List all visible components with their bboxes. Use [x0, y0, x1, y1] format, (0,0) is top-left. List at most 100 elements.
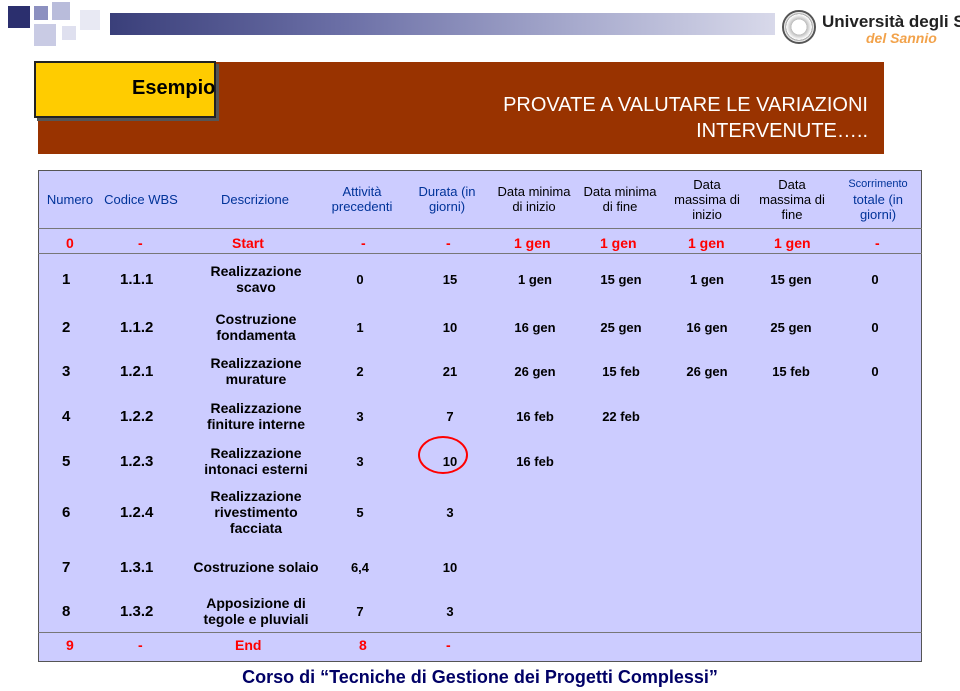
cell-codice: 1.2.3	[120, 452, 154, 470]
cell-attivita: 5	[356, 504, 364, 520]
cell-durata: 10	[442, 559, 458, 575]
cell-scorrimento	[860, 546, 890, 588]
cell-min-fine	[586, 546, 656, 588]
cell-codice: 1.2.1	[120, 362, 154, 380]
cell-numero: 8	[62, 602, 71, 620]
header-min-fine: Data minima di fine	[583, 184, 657, 214]
cell-max-inizio	[672, 395, 742, 437]
divider	[38, 253, 922, 254]
cell-attivita: 0	[356, 271, 364, 287]
cell-min-fine: 15 gen	[600, 271, 642, 287]
header-max-fine: Data massima di fine	[759, 176, 825, 222]
cell-max-fine	[756, 440, 826, 482]
banner-line1: PROVATE A VALUTARE LE VARIAZIONI	[503, 94, 868, 116]
cell-min-inizio: 26 gen	[514, 363, 556, 379]
start-max-fine: 1 gen	[774, 235, 811, 251]
cell-min-fine	[586, 440, 656, 482]
header-attivita: Attività precedenti	[331, 184, 393, 214]
seal-icon	[782, 10, 816, 44]
course-footer: Corso di “Tecniche di Gestione dei Proge…	[242, 667, 718, 687]
cell-scorrimento	[860, 590, 890, 632]
start-durata: -	[446, 235, 451, 251]
cell-descrizione: Realizzazione finiture interne	[206, 400, 305, 432]
cell-max-inizio	[672, 440, 742, 482]
cell-min-inizio: 16 gen	[514, 319, 556, 335]
cell-codice: 1.2.2	[120, 407, 154, 425]
cell-min-inizio	[500, 546, 570, 588]
start-min-fine: 1 gen	[600, 235, 637, 251]
cell-min-fine: 15 feb	[602, 363, 640, 379]
cell-durata: 15	[442, 271, 458, 287]
university-sub: del Sannio	[866, 30, 937, 46]
cell-numero: 6	[62, 503, 71, 521]
cell-durata: 21	[442, 363, 458, 379]
cell-descrizione: Realizzazione scavo	[210, 263, 302, 295]
cell-max-fine: 25 gen	[770, 319, 812, 335]
cell-min-fine: 22 feb	[602, 408, 640, 424]
cell-min-inizio	[500, 482, 570, 542]
cell-numero: 3	[62, 362, 71, 380]
cell-numero: 7	[62, 558, 71, 576]
header-scorrimento-l2: totale (in giorni)	[853, 191, 903, 222]
top-decoration: Università degli Studi del Sannio	[0, 0, 960, 50]
decor-square	[34, 6, 48, 20]
end-durata: -	[446, 637, 451, 653]
cell-scorrimento	[860, 395, 890, 437]
divider	[38, 228, 922, 229]
banner-line2: INTERVENUTE…..	[696, 120, 868, 142]
cell-codice: 1.1.2	[120, 318, 154, 336]
cell-durata: 10	[442, 319, 458, 335]
cell-max-inizio	[672, 590, 742, 632]
cell-durata: 3	[446, 504, 454, 520]
cell-min-inizio: 16 feb	[516, 453, 554, 469]
cell-max-fine	[756, 395, 826, 437]
cell-max-fine	[756, 546, 826, 588]
header-durata: Durata (in giorni)	[418, 184, 476, 214]
start-descrizione: Start	[232, 235, 264, 251]
cell-scorrimento	[860, 482, 890, 542]
cell-max-fine	[756, 590, 826, 632]
cell-min-inizio	[500, 590, 570, 632]
header-stripe	[110, 13, 775, 35]
cell-durata: 3	[446, 603, 454, 619]
divider	[38, 632, 922, 633]
start-attivita: -	[361, 235, 366, 251]
header-scorrimento: Scorrimento totale (in giorni)	[836, 172, 920, 226]
cell-descrizione: Realizzazione rivestimento facciata	[210, 488, 302, 536]
cell-attivita: 3	[356, 408, 364, 424]
start-scorrimento: -	[875, 235, 880, 251]
cell-numero: 4	[62, 407, 71, 425]
university-logo: Università degli Studi del Sannio	[782, 8, 960, 46]
start-max-inizio: 1 gen	[688, 235, 725, 251]
banner-title: PROVATE A VALUTARE LE VARIAZIONI INTERVE…	[308, 92, 868, 144]
cell-min-inizio: 16 feb	[516, 408, 554, 424]
cell-durata: 7	[446, 408, 454, 424]
cell-codice: 1.3.2	[120, 602, 154, 620]
header-scorrimento-l1: Scorrimento	[848, 177, 908, 190]
decor-square	[80, 10, 100, 30]
highlight-circle	[418, 436, 468, 474]
cell-descrizione: Costruzione fondamenta	[215, 311, 297, 343]
cell-max-inizio	[672, 482, 742, 542]
cell-attivita: 6,4	[350, 559, 370, 575]
cell-descrizione: Costruzione solaio	[193, 559, 319, 575]
end-attivita: 8	[359, 637, 367, 653]
esempio-callout: Esempio	[34, 61, 216, 118]
cell-codice: 1.1.1	[120, 270, 154, 288]
header-max-inizio: Data massima di inizio	[674, 176, 740, 222]
cell-min-fine	[586, 590, 656, 632]
start-min-inizio: 1 gen	[514, 235, 551, 251]
cell-max-inizio	[672, 546, 742, 588]
cell-min-inizio: 1 gen	[518, 271, 552, 287]
cell-descrizione: Realizzazione murature	[210, 355, 302, 387]
cell-attivita: 7	[356, 603, 364, 619]
start-codice: -	[138, 235, 143, 251]
cell-max-fine: 15 gen	[770, 271, 812, 287]
cell-attivita: 1	[356, 319, 364, 335]
cell-max-fine	[756, 482, 826, 542]
cell-max-inizio: 26 gen	[686, 363, 728, 379]
header-numero: Numero	[46, 191, 94, 207]
cell-descrizione: Apposizione di tegole e pluviali	[203, 595, 309, 627]
header-descrizione: Descrizione	[221, 191, 289, 207]
cell-scorrimento: 0	[871, 319, 879, 335]
